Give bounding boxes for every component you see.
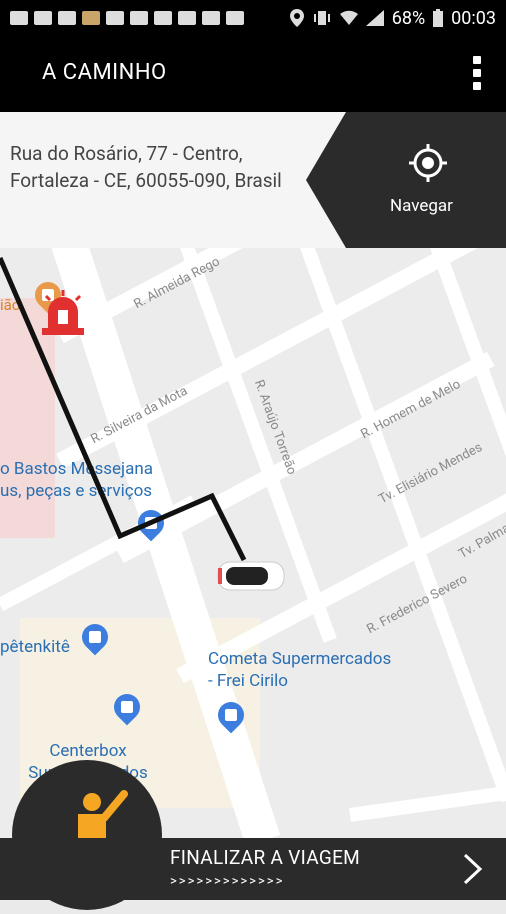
clock: 00:03 <box>451 7 496 29</box>
chat-icon <box>10 11 28 25</box>
battery-icon <box>433 9 444 27</box>
swipe-arrows: >>>>>>>>>>>>> <box>170 874 285 889</box>
gps-target-icon <box>409 144 447 182</box>
navigate-button[interactable]: Navegar <box>306 112 506 248</box>
siren-icon <box>42 290 84 335</box>
battery-percent: 68% <box>391 7 426 29</box>
image-icon <box>58 11 76 25</box>
overflow-menu-button[interactable] <box>472 56 482 92</box>
destination-address: Rua do Rosário, 77 - Centro, Fortaleza -… <box>10 142 282 192</box>
location-icon <box>289 9 304 27</box>
youtube-icon <box>226 11 244 25</box>
status-indicators: 68% 00:03 <box>289 0 496 36</box>
finish-trip-bar[interactable]: FINALIZAR A VIAGEM >>>>>>>>>>>>> <box>0 838 506 900</box>
dot-icon <box>473 82 481 90</box>
notification-icons <box>0 11 244 25</box>
youtube-icon <box>202 11 220 25</box>
chevron-right-icon[interactable] <box>462 852 484 886</box>
signal-icon <box>365 10 384 26</box>
video-icon <box>154 11 172 25</box>
address-panel: Rua do Rosário, 77 - Centro, Fortaleza -… <box>0 112 506 248</box>
navigate-label: Navegar <box>390 196 453 216</box>
facebook-icon <box>34 11 52 25</box>
dot-icon <box>473 56 481 64</box>
checkmark-icon <box>106 11 124 25</box>
wifi-icon <box>339 10 358 25</box>
app-icon <box>82 11 100 25</box>
car-marker-icon <box>217 561 285 591</box>
finish-trip-label: FINALIZAR A VIAGEM <box>170 846 361 869</box>
dot-icon <box>473 69 481 77</box>
page-title: A CAMINHO <box>42 60 167 85</box>
mail-icon <box>178 11 196 25</box>
vibrate-icon <box>313 11 330 25</box>
instagram-icon <box>130 11 148 25</box>
app-bar: A CAMINHO <box>0 36 506 112</box>
status-bar: 68% 00:03 <box>0 0 506 36</box>
map-view[interactable]: R. Almeida Rego R. Silveira da Mota R. A… <box>0 248 506 838</box>
